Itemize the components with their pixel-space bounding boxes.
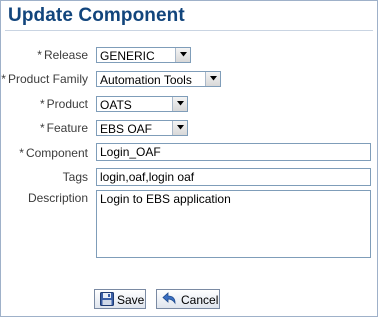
chevron-down-icon[interactable] (172, 97, 187, 111)
update-component-panel: Update Component * Release GENERIC * Produ… (0, 0, 378, 317)
chevron-down-icon[interactable] (205, 72, 220, 86)
save-label: Save (117, 293, 145, 307)
undo-arrow-icon (162, 292, 178, 309)
cancel-button[interactable]: Cancel (156, 289, 220, 309)
product-family-select[interactable]: Automation Tools (96, 71, 221, 87)
release-label: * Release (37, 48, 88, 62)
page-title: Update Component (8, 5, 185, 26)
component-input[interactable]: Login_OAF (96, 143, 371, 161)
product-family-value: Automation Tools (100, 73, 192, 87)
feature-value: EBS OAF (100, 122, 153, 136)
required-marker: * (39, 97, 45, 111)
cancel-label: Cancel (181, 293, 219, 307)
product-value: OATS (100, 98, 132, 112)
tags-label: Tags (62, 170, 88, 184)
product-label: * Product (39, 97, 88, 111)
description-textarea[interactable]: Login to EBS application (96, 190, 371, 258)
tags-input[interactable]: login,oaf,login oaf (96, 168, 371, 186)
chevron-down-icon[interactable] (175, 48, 190, 62)
required-marker: * (1, 72, 6, 86)
description-label: Description (27, 191, 88, 205)
product-family-label: * Product Family (1, 72, 88, 86)
title-divider (5, 30, 373, 31)
feature-select[interactable]: EBS OAF (96, 120, 188, 136)
required-marker: * (37, 48, 42, 62)
floppy-disk-icon (100, 292, 114, 309)
chevron-down-icon[interactable] (172, 121, 187, 135)
required-marker: * (19, 146, 24, 160)
release-select[interactable]: GENERIC (96, 47, 191, 63)
product-select[interactable]: OATS (96, 96, 188, 112)
release-value: GENERIC (100, 49, 155, 63)
feature-label: * Feature (39, 121, 88, 135)
component-label: * Component (19, 146, 88, 160)
save-button[interactable]: Save (94, 289, 146, 309)
required-marker: * (39, 121, 45, 135)
